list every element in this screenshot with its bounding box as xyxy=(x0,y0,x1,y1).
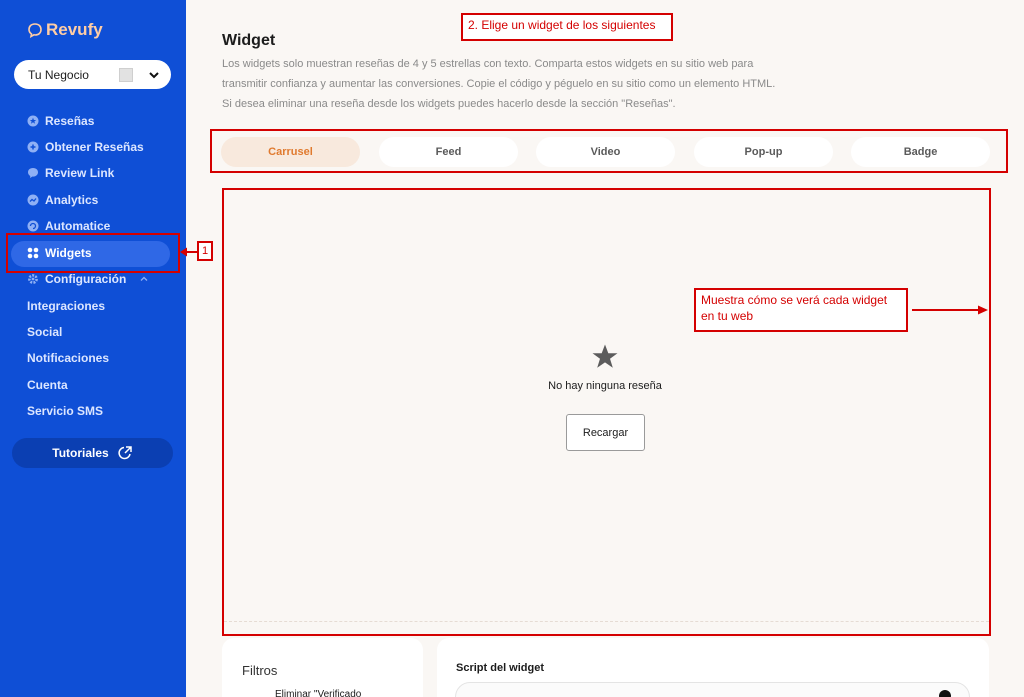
sidebar-item-label: Obtener Reseñas xyxy=(45,140,144,154)
sidebar-item-review-link[interactable]: Review Link xyxy=(27,163,114,183)
reload-button[interactable]: Recargar xyxy=(566,414,645,451)
sidebar-item-obtener-resenas[interactable]: Obtener Reseñas xyxy=(27,137,144,157)
brand-logo[interactable]: Revufy xyxy=(27,20,103,40)
sidebar-item-label: Reseñas xyxy=(45,114,95,128)
copy-toggle-icon[interactable] xyxy=(939,690,951,697)
annotation-preview-highlight xyxy=(222,188,991,636)
sidebar-item-social[interactable]: Social xyxy=(27,322,62,342)
tab-video[interactable]: Video xyxy=(536,137,675,167)
tab-carrusel[interactable]: Carrusel xyxy=(221,137,360,167)
plus-circle-icon xyxy=(27,141,39,153)
sidebar-item-label: Analytics xyxy=(45,193,99,207)
tab-popup[interactable]: Pop-up xyxy=(694,137,833,167)
sidebar-item-cuenta[interactable]: Cuenta xyxy=(27,375,68,395)
business-label: Tu Negocio xyxy=(28,67,89,82)
sidebar-item-label: Cuenta xyxy=(27,378,68,392)
star-badge-icon xyxy=(27,115,39,127)
sidebar-item-servicio-sms[interactable]: Servicio SMS xyxy=(27,401,103,421)
page-description: Los widgets solo muestran reseñas de 4 y… xyxy=(222,58,776,110)
sidebar-item-label: Social xyxy=(27,325,63,339)
chevron-up-icon xyxy=(140,276,148,281)
empty-reviews-message: No hay ninguna reseña xyxy=(548,380,662,392)
page-title: Widget xyxy=(222,32,276,49)
business-thumbnail xyxy=(119,67,133,82)
script-title: Script del widget xyxy=(456,662,545,674)
annotation-arrow-right-icon xyxy=(912,305,988,315)
annotation-widgets-highlight xyxy=(6,233,180,273)
filters-title: Filtros xyxy=(242,663,278,678)
chevron-down-icon xyxy=(149,71,159,78)
sidebar-item-label: Notificaciones xyxy=(27,351,110,365)
business-selector[interactable]: Tu Negocio xyxy=(14,60,171,89)
annotation-preview-note: Muestra cómo se verá cada widget en tu w… xyxy=(694,288,908,332)
sidebar-item-label: Integraciones xyxy=(27,299,106,313)
chat-logo-icon xyxy=(28,23,42,38)
chat-bubble-icon xyxy=(28,168,38,178)
script-card: Script del widget xyxy=(437,638,989,697)
annotation-step-1: 1 xyxy=(197,241,214,261)
widget-type-tabs: Carrusel Feed Video Pop-up Badge xyxy=(221,137,991,169)
tab-feed[interactable]: Feed xyxy=(379,137,518,167)
annotation-arrow-left-icon xyxy=(180,247,198,257)
sidebar-item-label: Servicio SMS xyxy=(27,404,104,418)
sidebar-item-label: Automatice xyxy=(45,219,111,233)
filter-option-verificado[interactable]: Eliminar "Verificado xyxy=(275,689,361,697)
annotation-step-2: 2. Elige un widget de los siguientes xyxy=(461,13,673,41)
chart-circle-icon xyxy=(27,194,39,206)
sidebar: Revufy Tu Negocio Reseñas Obtener Reseña… xyxy=(0,0,186,697)
tutorials-button[interactable]: Tutoriales xyxy=(12,438,173,468)
tab-badge[interactable]: Badge xyxy=(851,137,990,167)
sidebar-item-label: Review Link xyxy=(45,166,115,180)
sidebar-item-label: Configuración xyxy=(45,272,127,286)
script-code-field[interactable] xyxy=(455,682,970,697)
star-icon xyxy=(592,344,618,368)
tutorials-label: Tutoriales xyxy=(52,446,109,460)
sidebar-item-analytics[interactable]: Analytics xyxy=(27,190,98,210)
external-link-icon xyxy=(118,446,132,460)
sidebar-item-integraciones[interactable]: Integraciones xyxy=(27,296,105,316)
filters-card: Filtros Eliminar "Verificado xyxy=(222,638,423,697)
sidebar-item-resenas[interactable]: Reseñas xyxy=(27,111,94,131)
gear-icon xyxy=(28,274,38,284)
brand-name: Revufy xyxy=(46,20,103,39)
sidebar-item-notificaciones[interactable]: Notificaciones xyxy=(27,348,109,368)
automation-icon xyxy=(27,220,39,232)
